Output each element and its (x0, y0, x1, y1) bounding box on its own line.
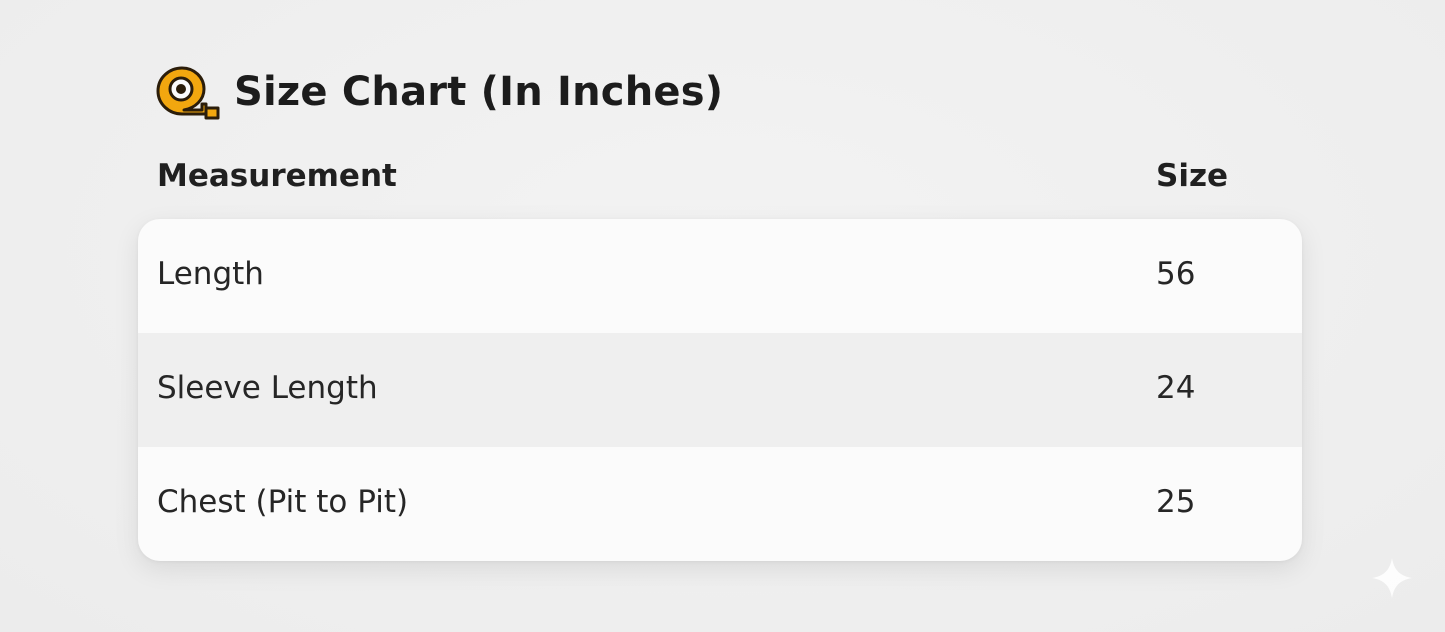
size-cell: 25 (1156, 484, 1196, 520)
table-row: Chest (Pit to Pit) 25 (138, 447, 1302, 561)
size-cell: 56 (1156, 256, 1196, 292)
measurement-cell: Length (157, 256, 264, 292)
size-table: Length 56 Sleeve Length 24 Chest (Pit to… (138, 219, 1302, 561)
size-chart-page: Size Chart (In Inches) Measurement Size … (0, 0, 1445, 632)
page-title: Size Chart (In Inches) (234, 69, 724, 115)
measurement-cell: Chest (Pit to Pit) (157, 484, 409, 520)
table-row: Sleeve Length 24 (138, 333, 1302, 447)
tape-measure-icon (156, 66, 220, 120)
header-size: Size (1156, 158, 1229, 194)
table-row: Length 56 (138, 219, 1302, 333)
table-header: Measurement Size (138, 154, 1302, 202)
measurement-cell: Sleeve Length (157, 370, 378, 406)
size-cell: 24 (1156, 370, 1196, 406)
sparkle-icon (1372, 558, 1412, 598)
header-measurement: Measurement (157, 158, 397, 194)
title-row: Size Chart (In Inches) (156, 64, 723, 120)
